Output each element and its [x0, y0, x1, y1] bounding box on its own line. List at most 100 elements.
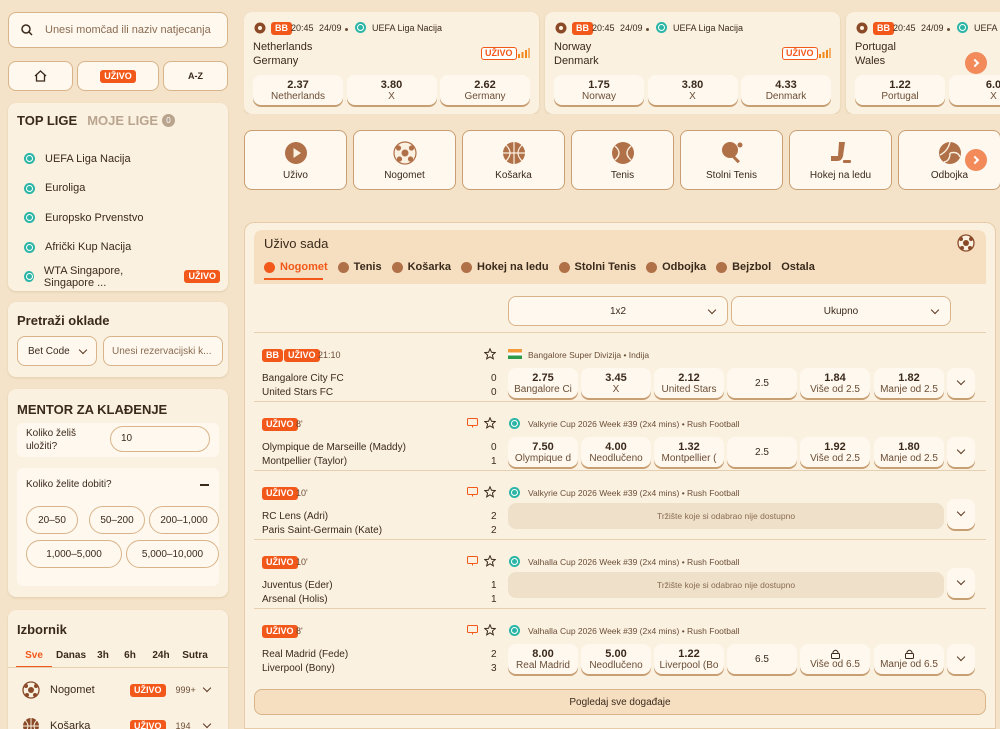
- odds-label: Više od 2.5: [810, 452, 860, 464]
- featured-match-card[interactable]: BB 20:45 24/09 UEFA Liga Nacija Norway Denmar…: [545, 12, 840, 114]
- sport-tile[interactable]: Stolni Tenis: [680, 130, 783, 190]
- league-item[interactable]: UEFA Liga Nacija: [24, 144, 220, 174]
- odds-button[interactable]: 3.80 X: [346, 75, 437, 105]
- expand-event-button[interactable]: [947, 568, 975, 598]
- league-item[interactable]: Afrički Kup Nacija: [24, 233, 220, 263]
- odds-button[interactable]: Manje od 6.5: [874, 644, 944, 674]
- search-box[interactable]: Unesi momčad ili naziv natjecanja: [8, 12, 228, 48]
- expand-event-button[interactable]: [947, 499, 975, 529]
- odds-button[interactable]: 1.80 Manje od 2.5: [874, 437, 944, 467]
- event-row[interactable]: UŽIVO 8' Valhalla Cup 2026 Week #39 (2x4 m…: [254, 608, 986, 677]
- odds-label: Neodlučeno: [589, 452, 643, 464]
- live-sport-tab[interactable]: Hokej na ledu: [461, 261, 549, 273]
- odds-button[interactable]: 2.12 United Stars: [654, 368, 724, 398]
- my-leagues-tab[interactable]: MOJE LIGE: [87, 113, 158, 128]
- sport-tile[interactable]: Tenis: [571, 130, 674, 190]
- odds-button[interactable]: 3.45 X: [581, 368, 651, 398]
- live-sport-tab[interactable]: Odbojka: [646, 261, 706, 273]
- market-select-1x2[interactable]: 1x2: [508, 296, 728, 326]
- expand-event-button[interactable]: [947, 368, 975, 398]
- expand-event-button[interactable]: [947, 644, 975, 674]
- home-button[interactable]: [8, 61, 73, 91]
- tv-icon[interactable]: [467, 418, 478, 428]
- expand-event-button[interactable]: [947, 437, 975, 467]
- range-button[interactable]: 20–50: [26, 506, 78, 534]
- star-icon[interactable]: [484, 555, 496, 567]
- tv-icon[interactable]: [467, 556, 478, 566]
- odds-value: 2.62: [474, 78, 496, 91]
- menu-item[interactable]: Košarka UŽIVO 194: [22, 716, 222, 729]
- menu-tab[interactable]: Danas: [52, 650, 90, 668]
- top-leagues-tab[interactable]: TOP LIGE: [17, 113, 77, 128]
- odds-button[interactable]: 2.62 Germany: [440, 75, 530, 105]
- range-button[interactable]: 5,000–10,000: [126, 540, 219, 568]
- menu-tab[interactable]: Sve: [16, 650, 52, 668]
- odds-button[interactable]: 4.00 Neodlučeno: [581, 437, 651, 467]
- team-away: Germany: [253, 55, 299, 67]
- odds-button[interactable]: 4.33 Denmark: [741, 75, 831, 105]
- market-select-total[interactable]: Ukupno: [731, 296, 951, 326]
- menu-tab[interactable]: 6h: [116, 650, 144, 668]
- sport-tile[interactable]: Hokej na ledu: [789, 130, 892, 190]
- league-item[interactable]: Euroliga: [24, 174, 220, 204]
- reservation-code-input[interactable]: Unesi rezervacijski k...: [103, 336, 223, 366]
- range-button[interactable]: 1,000–5,000: [26, 540, 122, 568]
- range-button[interactable]: 50–200: [89, 506, 145, 534]
- star-icon[interactable]: [484, 348, 496, 360]
- sport-tile[interactable]: Nogomet: [353, 130, 456, 190]
- live-sport-tab[interactable]: Košarka: [391, 261, 451, 273]
- sport-tile[interactable]: Košarka: [462, 130, 565, 190]
- odds-label: Liverpool (Bo: [659, 659, 719, 671]
- live-sport-tab[interactable]: Bejzbol: [716, 261, 771, 273]
- star-icon[interactable]: [484, 624, 496, 636]
- odds-button[interactable]: 1.92 Više od 2.5: [800, 437, 870, 467]
- stake-input[interactable]: 10: [110, 426, 210, 452]
- odds-button[interactable]: 3.80 X: [647, 75, 738, 105]
- live-sport-tab[interactable]: Ostala: [781, 261, 815, 273]
- odds-button[interactable]: 2.37 Netherlands: [253, 75, 343, 105]
- featured-match-card[interactable]: BB 20:45 24/09 UEFA Liga Nacija Netherlands G…: [244, 12, 539, 114]
- odds-button[interactable]: 2.75 Bangalore Ci: [508, 368, 578, 398]
- az-button[interactable]: A-Z: [163, 61, 228, 91]
- odds-button[interactable]: 1.22 Liverpool (Bo: [654, 644, 724, 674]
- league-item[interactable]: WTA Singapore, Singapore ... UŽIVO: [24, 262, 220, 292]
- sport-tile[interactable]: Uživo: [244, 130, 347, 190]
- tv-icon[interactable]: [467, 487, 478, 497]
- league-item[interactable]: Europsko Prvenstvo: [24, 203, 220, 233]
- odds-button[interactable]: 1.22 Portugal: [855, 75, 945, 105]
- team-home: Real Madrid (Fede): [262, 649, 349, 660]
- bet-code-select[interactable]: Bet Code: [17, 336, 97, 366]
- menu-tab[interactable]: 3h: [90, 650, 116, 668]
- menu-item[interactable]: Nogomet UŽIVO 999+: [22, 680, 222, 700]
- odds-button[interactable]: 1.84 Više od 2.5: [800, 368, 870, 398]
- star-icon[interactable]: [484, 486, 496, 498]
- odds-button[interactable]: 1.32 Montpellier (: [654, 437, 724, 467]
- odds-button[interactable]: Više od 6.5: [800, 644, 870, 674]
- range-button[interactable]: 200–1,000: [149, 506, 219, 534]
- odds-button[interactable]: 7.50 Olympique d: [508, 437, 578, 467]
- globe-icon: [509, 556, 520, 567]
- tv-icon[interactable]: [467, 625, 478, 635]
- collapse-icon[interactable]: [200, 484, 209, 486]
- event-row[interactable]: UŽIVO 8' Valkyrie Cup 2026 Week #39 (2x4 m…: [254, 401, 986, 470]
- live-sport-tab[interactable]: Tenis: [337, 261, 382, 273]
- event-row[interactable]: UŽIVO 10' Valkyrie Cup 2026 Week #39 (2x4 …: [254, 470, 986, 539]
- search-input[interactable]: Unesi momčad ili naziv natjecanja: [45, 24, 211, 36]
- odds-button[interactable]: 1.75 Norway: [554, 75, 644, 105]
- odds-button[interactable]: 8.00 Real Madrid: [508, 644, 578, 674]
- event-row[interactable]: BB UŽIVO 21:10 Bangalore Super Divizija • I…: [254, 332, 986, 401]
- odds-button[interactable]: 1.82 Manje od 2.5: [874, 368, 944, 398]
- odds-button[interactable]: 6.0 X: [948, 75, 1000, 105]
- star-icon[interactable]: [484, 417, 496, 429]
- menu-tab[interactable]: Sutra: [178, 650, 212, 668]
- sports-next-button[interactable]: [965, 149, 987, 171]
- see-all-events-button[interactable]: Pogledaj sve događaje: [254, 689, 986, 715]
- live-sport-tab[interactable]: Nogomet: [264, 261, 328, 273]
- carousel-next-button[interactable]: [965, 52, 987, 74]
- live-sport-tab[interactable]: Stolni Tenis: [558, 261, 636, 273]
- menu-tab[interactable]: 24h: [144, 650, 178, 668]
- event-row[interactable]: UŽIVO 10' Valhalla Cup 2026 Week #39 (2x4 …: [254, 539, 986, 608]
- odds-button[interactable]: 5.00 Neodlučeno: [581, 644, 651, 674]
- globe-icon: [509, 487, 520, 498]
- live-filter-button[interactable]: UŽIVO: [77, 61, 159, 91]
